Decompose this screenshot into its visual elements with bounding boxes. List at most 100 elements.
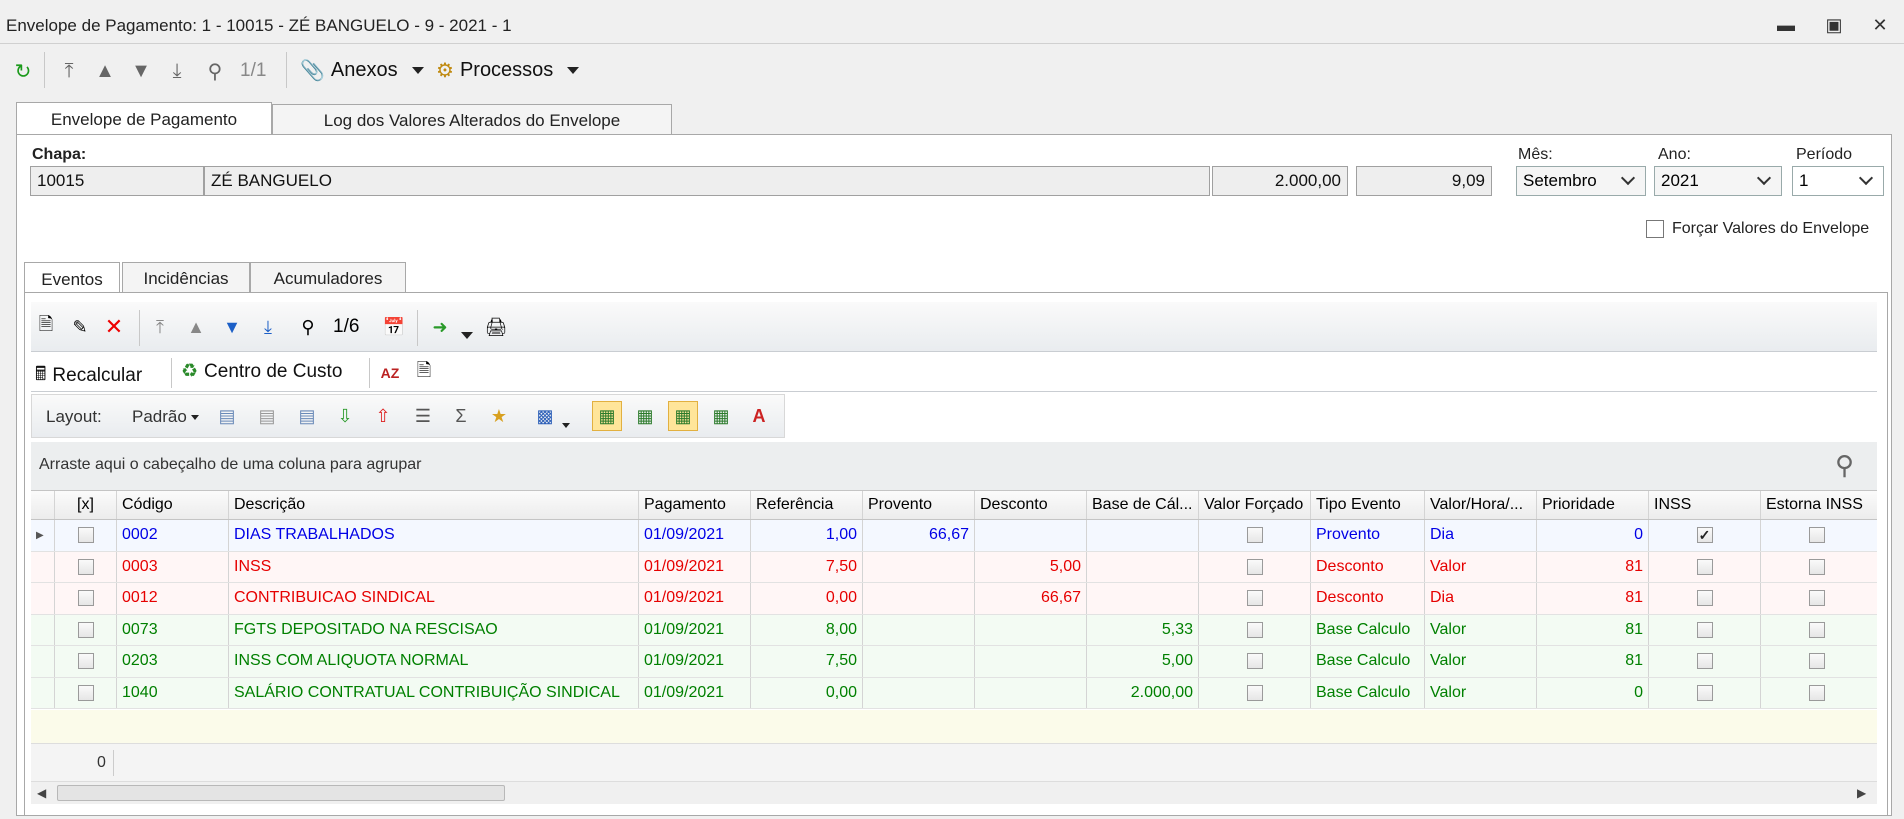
calendar-button[interactable]: 📅 bbox=[381, 314, 407, 340]
column-header-base[interactable]: Base de Cál... bbox=[1087, 491, 1199, 519]
table-row[interactable]: 1040 SALÁRIO CONTRATUAL CONTRIBUIÇÃO SIN… bbox=[31, 677, 1877, 709]
new-row-area[interactable] bbox=[31, 710, 1877, 744]
tab-envelope-pagamento[interactable]: Envelope de Pagamento bbox=[16, 102, 272, 136]
view-mode-1-button[interactable]: ▦ bbox=[592, 401, 622, 431]
column-header-provento[interactable]: Provento bbox=[863, 491, 975, 519]
group-by-panel[interactable]: Arraste aqui o cabeçalho de uma coluna p… bbox=[31, 442, 1877, 490]
column-header-valor-hora[interactable]: Valor/Hora/... bbox=[1425, 491, 1537, 519]
column-header-desconto[interactable]: Desconto bbox=[975, 491, 1087, 519]
tab-eventos[interactable]: Eventos bbox=[24, 262, 120, 296]
valor-forcado-checkbox[interactable] bbox=[1246, 684, 1263, 701]
valor-forcado-checkbox[interactable] bbox=[1246, 653, 1263, 670]
sort-button[interactable]: AZ bbox=[377, 360, 403, 386]
inss-checkbox[interactable] bbox=[1696, 684, 1713, 701]
tab-log-valores[interactable]: Log dos Valores Alterados do Envelope bbox=[272, 104, 672, 136]
view-mode-4-button[interactable]: ▦ bbox=[708, 403, 734, 429]
layout-import-button[interactable]: ⇩ bbox=[332, 403, 358, 429]
valor-forcado-checkbox[interactable] bbox=[1246, 558, 1263, 575]
row-select-checkbox[interactable] bbox=[77, 621, 94, 638]
estorna-inss-checkbox[interactable] bbox=[1809, 684, 1825, 701]
row-select-checkbox[interactable] bbox=[77, 590, 94, 607]
employee-name-field[interactable]: ZÉ BANGUELO bbox=[204, 166, 1210, 196]
forcar-checkbox-box[interactable] bbox=[1646, 220, 1664, 238]
search-button[interactable]: ⚲ bbox=[295, 314, 321, 340]
layout-select[interactable]: Padrão bbox=[132, 407, 199, 427]
horizontal-scrollbar[interactable]: ◀ ▶ bbox=[31, 782, 1877, 804]
column-header-codigo[interactable]: Código bbox=[117, 491, 229, 519]
chart-button[interactable]: ▩ bbox=[532, 403, 558, 429]
group-panel-button[interactable]: ☰ bbox=[410, 403, 436, 429]
maximize-button[interactable]: ▣ bbox=[1816, 12, 1852, 38]
table-row[interactable]: 0003 INSS 01/09/2021 7,50 5,00 Desconto … bbox=[31, 551, 1877, 583]
column-header-inss[interactable]: INSS bbox=[1649, 491, 1761, 519]
filter-button[interactable]: ★ bbox=[486, 403, 512, 429]
table-row[interactable]: 0203 INSS COM ALIQUOTA NORMAL 01/09/2021… bbox=[31, 646, 1877, 678]
export-button[interactable]: ➜ bbox=[427, 314, 453, 340]
scroll-left-icon[interactable]: ◀ bbox=[37, 786, 46, 800]
row-select-cell[interactable] bbox=[55, 583, 117, 614]
periodo-select[interactable]: 1 bbox=[1792, 166, 1884, 196]
chapa-field[interactable]: 10015 bbox=[30, 166, 204, 196]
forcar-valores-checkbox[interactable]: Forçar Valores do Envelope bbox=[1646, 220, 1869, 238]
valor-forcado-checkbox[interactable] bbox=[1246, 621, 1263, 638]
view-mode-3-button[interactable]: ▦ bbox=[668, 401, 698, 431]
column-header-tipo-evento[interactable]: Tipo Evento bbox=[1311, 491, 1425, 519]
estorna-inss-checkbox[interactable] bbox=[1809, 527, 1825, 544]
row-select-cell[interactable] bbox=[55, 614, 117, 645]
column-header-select[interactable]: [x] bbox=[55, 491, 117, 519]
row-select-cell[interactable] bbox=[55, 677, 117, 708]
column-header-prioridade[interactable]: Prioridade bbox=[1537, 491, 1649, 519]
print-button[interactable]: 🖨 bbox=[483, 314, 509, 340]
scroll-right-icon[interactable]: ▶ bbox=[1857, 786, 1866, 800]
estorna-inss-checkbox[interactable] bbox=[1809, 621, 1825, 638]
previous-row-button[interactable]: ▲ bbox=[183, 314, 209, 340]
estorna-inss-cell[interactable] bbox=[1761, 520, 1873, 551]
export-dropdown[interactable] bbox=[461, 326, 473, 344]
estorna-inss-checkbox[interactable] bbox=[1809, 558, 1825, 575]
column-header-pagamento[interactable]: Pagamento bbox=[639, 491, 751, 519]
row-select-checkbox[interactable] bbox=[77, 684, 94, 701]
minimize-button[interactable]: ▬ bbox=[1768, 12, 1804, 38]
salary-field[interactable]: 2.000,00 bbox=[1212, 166, 1348, 196]
inss-checkbox[interactable] bbox=[1696, 653, 1713, 670]
new-button[interactable]: 🗎 bbox=[33, 314, 59, 340]
row-select-cell[interactable] bbox=[55, 551, 117, 582]
first-record-button[interactable]: ⤒ bbox=[54, 56, 84, 86]
valor-forcado-cell[interactable] bbox=[1199, 614, 1311, 645]
last-row-button[interactable]: ⤓ bbox=[255, 314, 281, 340]
ano-select[interactable]: 2021 bbox=[1654, 166, 1782, 196]
search-icon[interactable]: ⚲ bbox=[1835, 450, 1854, 481]
summary-button[interactable]: Σ bbox=[448, 403, 474, 429]
scroll-thumb[interactable] bbox=[57, 785, 505, 801]
processos-menu-button[interactable]: ⚙ Processos bbox=[436, 58, 580, 83]
valor-forcado-checkbox[interactable] bbox=[1246, 527, 1263, 544]
estorna-inss-cell[interactable] bbox=[1761, 615, 1873, 646]
first-row-button[interactable]: ⤒ bbox=[147, 314, 173, 340]
layout-export-button[interactable]: ⇧ bbox=[370, 403, 396, 429]
search-button[interactable]: ⚲ bbox=[200, 56, 230, 86]
valor-forcado-cell[interactable] bbox=[1199, 520, 1311, 551]
row-select-cell[interactable] bbox=[55, 520, 117, 551]
inss-cell[interactable] bbox=[1649, 551, 1761, 582]
valor-forcado-cell[interactable] bbox=[1199, 583, 1311, 614]
inss-cell[interactable] bbox=[1649, 583, 1761, 614]
estorna-inss-cell[interactable] bbox=[1761, 552, 1873, 583]
chart-dropdown[interactable] bbox=[562, 415, 570, 433]
column-header-estorna-inss[interactable]: Estorna INSS bbox=[1761, 491, 1873, 519]
estorna-inss-checkbox[interactable] bbox=[1809, 653, 1825, 670]
layout-delete-button[interactable]: ▤ bbox=[254, 403, 280, 429]
valor-forcado-cell[interactable] bbox=[1199, 551, 1311, 582]
estorna-inss-checkbox[interactable] bbox=[1809, 590, 1825, 607]
tab-incidencias[interactable]: Incidências bbox=[122, 262, 250, 294]
inss-cell[interactable] bbox=[1649, 646, 1761, 677]
estorna-inss-cell[interactable] bbox=[1761, 646, 1873, 677]
table-row[interactable]: 0012 CONTRIBUICAO SINDICAL 01/09/2021 0,… bbox=[31, 583, 1877, 615]
inss-checkbox[interactable] bbox=[1696, 621, 1713, 638]
tab-acumuladores[interactable]: Acumuladores bbox=[250, 262, 406, 294]
estorna-inss-cell[interactable] bbox=[1761, 583, 1873, 614]
inss-cell[interactable] bbox=[1649, 677, 1761, 708]
row-select-cell[interactable] bbox=[55, 646, 117, 677]
estorna-inss-cell[interactable] bbox=[1761, 678, 1873, 709]
refresh-button[interactable]: ↻ bbox=[8, 56, 38, 86]
inss-cell[interactable] bbox=[1649, 520, 1761, 551]
